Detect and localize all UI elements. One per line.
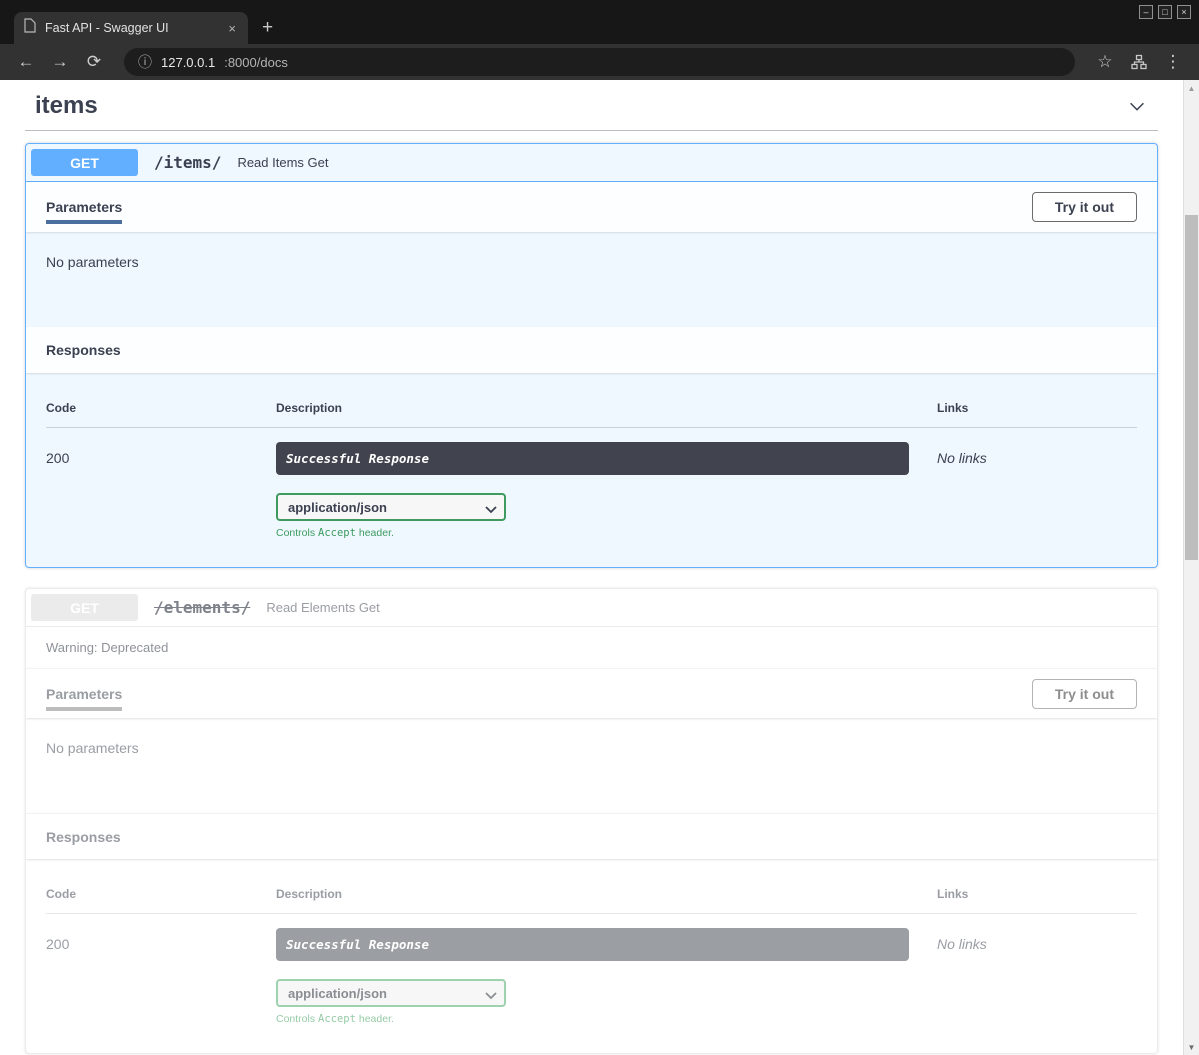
- code-column-header: Code: [46, 401, 276, 415]
- description-column-header: Description: [276, 401, 937, 415]
- parameters-header: Parameters Try it out: [26, 668, 1157, 718]
- reload-button[interactable]: ⟳: [80, 48, 108, 76]
- tag-section-header[interactable]: items: [25, 80, 1158, 131]
- response-links: No links: [937, 442, 1137, 539]
- back-button[interactable]: ←: [12, 48, 40, 76]
- operation-path: /elements/: [148, 598, 256, 617]
- scroll-up-icon[interactable]: ▲: [1184, 80, 1199, 96]
- no-parameters-text: No parameters: [26, 232, 1157, 327]
- vertical-scrollbar[interactable]: ▲ ▼: [1183, 80, 1199, 1055]
- response-description: Successful Response: [276, 442, 909, 475]
- url-host: 127.0.0.1: [161, 55, 215, 70]
- accept-note-code: Accept: [318, 1013, 356, 1025]
- tab-tree-icon[interactable]: [1125, 48, 1153, 76]
- response-code: 200: [46, 442, 276, 539]
- try-it-out-button[interactable]: Try it out: [1032, 679, 1137, 709]
- tab-close-button[interactable]: ×: [226, 21, 238, 36]
- parameters-header: Parameters Try it out: [26, 182, 1157, 232]
- responses-header: Responses: [26, 813, 1157, 859]
- responses-header: Responses: [26, 327, 1157, 373]
- close-button[interactable]: ×: [1177, 5, 1191, 19]
- operation-path: /items/: [148, 153, 227, 172]
- operation-summary-text: Read Items Get: [237, 155, 328, 170]
- media-type-select[interactable]: application/json: [276, 493, 506, 521]
- responses-table-header: Code Description Links: [46, 393, 1137, 428]
- responses-table-header: Code Description Links: [46, 879, 1137, 914]
- page-favicon-icon: [24, 18, 36, 38]
- parameters-tab[interactable]: Parameters: [46, 199, 122, 215]
- http-method-badge: GET: [31, 594, 138, 621]
- response-row: 200 Successful Response application/json…: [46, 914, 1137, 1025]
- links-column-header: Links: [937, 887, 1137, 901]
- response-description: Successful Response: [276, 928, 909, 961]
- operation-summary-text: Read Elements Get: [266, 600, 379, 615]
- try-it-out-button[interactable]: Try it out: [1032, 192, 1137, 222]
- site-info-icon[interactable]: ⓘ: [138, 52, 152, 72]
- accept-note-suffix: header.: [356, 1013, 394, 1025]
- response-links: No links: [937, 928, 1137, 1025]
- maximize-button[interactable]: □: [1158, 5, 1172, 19]
- accept-note-prefix: Controls: [276, 1013, 318, 1025]
- responses-table: Code Description Links 200 Successful Re…: [26, 373, 1157, 567]
- links-column-header: Links: [937, 401, 1137, 415]
- scrollbar-thumb[interactable]: [1185, 215, 1198, 560]
- operation-get-items: GET /items/ Read Items Get Parameters Tr…: [25, 143, 1158, 568]
- accept-note-suffix: header.: [356, 527, 394, 539]
- browser-toolbar: ← → ⟳ ⓘ 127.0.0.1 :8000/docs ☆ ⋮: [0, 44, 1199, 80]
- window-controls: – □ ×: [1139, 5, 1191, 19]
- forward-button[interactable]: →: [46, 48, 74, 76]
- section-collapse-chevron-icon[interactable]: [1126, 95, 1148, 117]
- http-method-badge: GET: [31, 149, 138, 176]
- responses-table: Code Description Links 200 Successful Re…: [26, 859, 1157, 1053]
- browser-tab[interactable]: Fast API - Swagger UI ×: [14, 12, 248, 44]
- url-path: :8000/docs: [224, 55, 288, 70]
- accept-note-prefix: Controls: [276, 527, 318, 539]
- menu-button[interactable]: ⋮: [1159, 48, 1187, 76]
- accept-header-note: Controls Accept header.: [276, 1013, 937, 1025]
- responses-title: Responses: [46, 829, 121, 845]
- operation-get-elements-deprecated: GET /elements/ Read Elements Get Warning…: [25, 588, 1158, 1054]
- new-tab-button[interactable]: +: [262, 18, 273, 37]
- responses-title: Responses: [46, 342, 121, 358]
- code-column-header: Code: [46, 887, 276, 901]
- deprecated-warning: Warning: Deprecated: [26, 627, 1157, 668]
- tab-strip: Fast API - Swagger UI × + – □ ×: [0, 0, 1199, 44]
- scroll-down-icon[interactable]: ▼: [1184, 1039, 1199, 1055]
- browser-chrome: Fast API - Swagger UI × + – □ × ← → ⟳ ⓘ …: [0, 0, 1199, 80]
- accept-header-note: Controls Accept header.: [276, 527, 937, 539]
- operation-summary[interactable]: GET /elements/ Read Elements Get: [26, 589, 1157, 627]
- no-parameters-text: No parameters: [26, 718, 1157, 813]
- parameters-tab[interactable]: Parameters: [46, 686, 122, 702]
- address-bar[interactable]: ⓘ 127.0.0.1 :8000/docs: [124, 48, 1075, 76]
- page-viewport: items GET /items/ Read Items Get Paramet…: [0, 80, 1183, 1055]
- minimize-button[interactable]: –: [1139, 5, 1153, 19]
- response-row: 200 Successful Response application/json…: [46, 428, 1137, 539]
- media-type-select[interactable]: application/json: [276, 979, 506, 1007]
- tab-title: Fast API - Swagger UI: [45, 21, 217, 35]
- description-column-header: Description: [276, 887, 937, 901]
- response-code: 200: [46, 928, 276, 1025]
- operation-summary[interactable]: GET /items/ Read Items Get: [26, 144, 1157, 182]
- tag-title: items: [35, 92, 98, 120]
- accept-note-code: Accept: [318, 527, 356, 539]
- bookmark-star-icon[interactable]: ☆: [1091, 48, 1119, 76]
